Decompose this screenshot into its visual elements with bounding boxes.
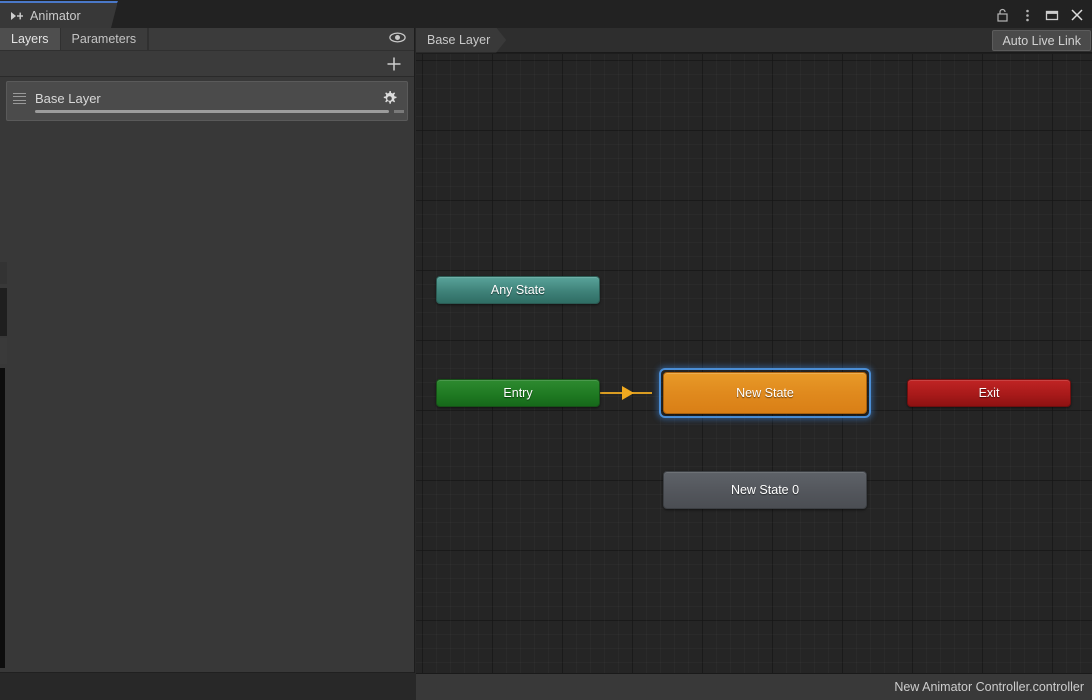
tab-strip-empty [118,1,1092,28]
window-titlebar: Animator [0,0,1092,28]
state-machine-canvas[interactable]: Any State Entry New State Exit New State 0 [416,54,1092,674]
edge-artifact [0,262,7,284]
edge-artifact [0,288,7,336]
graph-statusbar: New Animator Controller.controller [416,673,1092,700]
auto-live-link-label: Auto Live Link [1002,33,1081,48]
layer-name-label: Base Layer [35,91,101,106]
close-icon[interactable] [1066,5,1088,25]
state-node-exit[interactable]: Exit [907,379,1071,407]
layer-weight-slider[interactable] [35,110,389,113]
transition-arrowhead-icon [622,386,634,400]
animator-graph-panel: Base Layer Auto Live Link Any State Entry… [416,28,1092,700]
edge-artifact [0,368,5,668]
state-node-entry[interactable]: Entry [436,379,600,407]
layers-toolbar [0,51,414,77]
animator-icon [10,9,24,23]
tab-animator-label: Animator [30,8,81,23]
sidebar-bottom-edge [0,672,414,673]
sidebar-tab-layers-label: Layers [11,32,49,46]
lock-icon[interactable] [991,5,1013,25]
state-node-label: New State 0 [730,483,800,497]
state-node-label: Entry [503,386,533,400]
layer-list: Base Layer [0,77,414,121]
state-node-new-state-0[interactable]: New State 0 [663,471,867,509]
sidebar-tab-filler [148,28,414,50]
animator-window: Animator Layers Parameters Base Layer Ba… [0,0,1092,700]
auto-live-link-button[interactable]: Auto Live Link [992,30,1091,51]
edge-artifact [0,338,7,364]
eye-icon[interactable] [389,30,406,48]
sidebar-tab-layers[interactable]: Layers [0,28,61,50]
breadcrumb-bar: Base Layer Auto Live Link [416,28,1092,53]
state-node-any-state[interactable]: Any State [436,276,600,304]
sidebar-tab-bar: Layers Parameters [0,28,414,51]
window-controls [991,5,1088,25]
gear-icon[interactable] [381,90,398,112]
layer-weight-slider-end [394,110,404,113]
state-node-label: New State [736,386,794,400]
layers-sidebar: Layers Parameters Base Layer [0,28,415,673]
state-node-label: Any State [490,283,546,297]
tab-animator[interactable]: Animator [0,1,118,28]
sidebar-tab-parameters[interactable]: Parameters [61,28,149,50]
kebab-menu-icon[interactable] [1016,5,1038,25]
layer-row-base-layer[interactable]: Base Layer [6,81,408,121]
drag-handle-icon[interactable] [13,93,26,104]
breadcrumb-base-layer[interactable]: Base Layer [416,28,506,53]
state-node-new-state[interactable]: New State [663,372,867,414]
add-layer-button[interactable] [384,54,404,74]
maximize-icon[interactable] [1041,5,1063,25]
sidebar-tab-parameters-label: Parameters [71,32,137,46]
state-node-label: Exit [978,386,1000,400]
controller-name-label: New Animator Controller.controller [894,680,1084,694]
breadcrumb-label: Base Layer [427,33,491,47]
